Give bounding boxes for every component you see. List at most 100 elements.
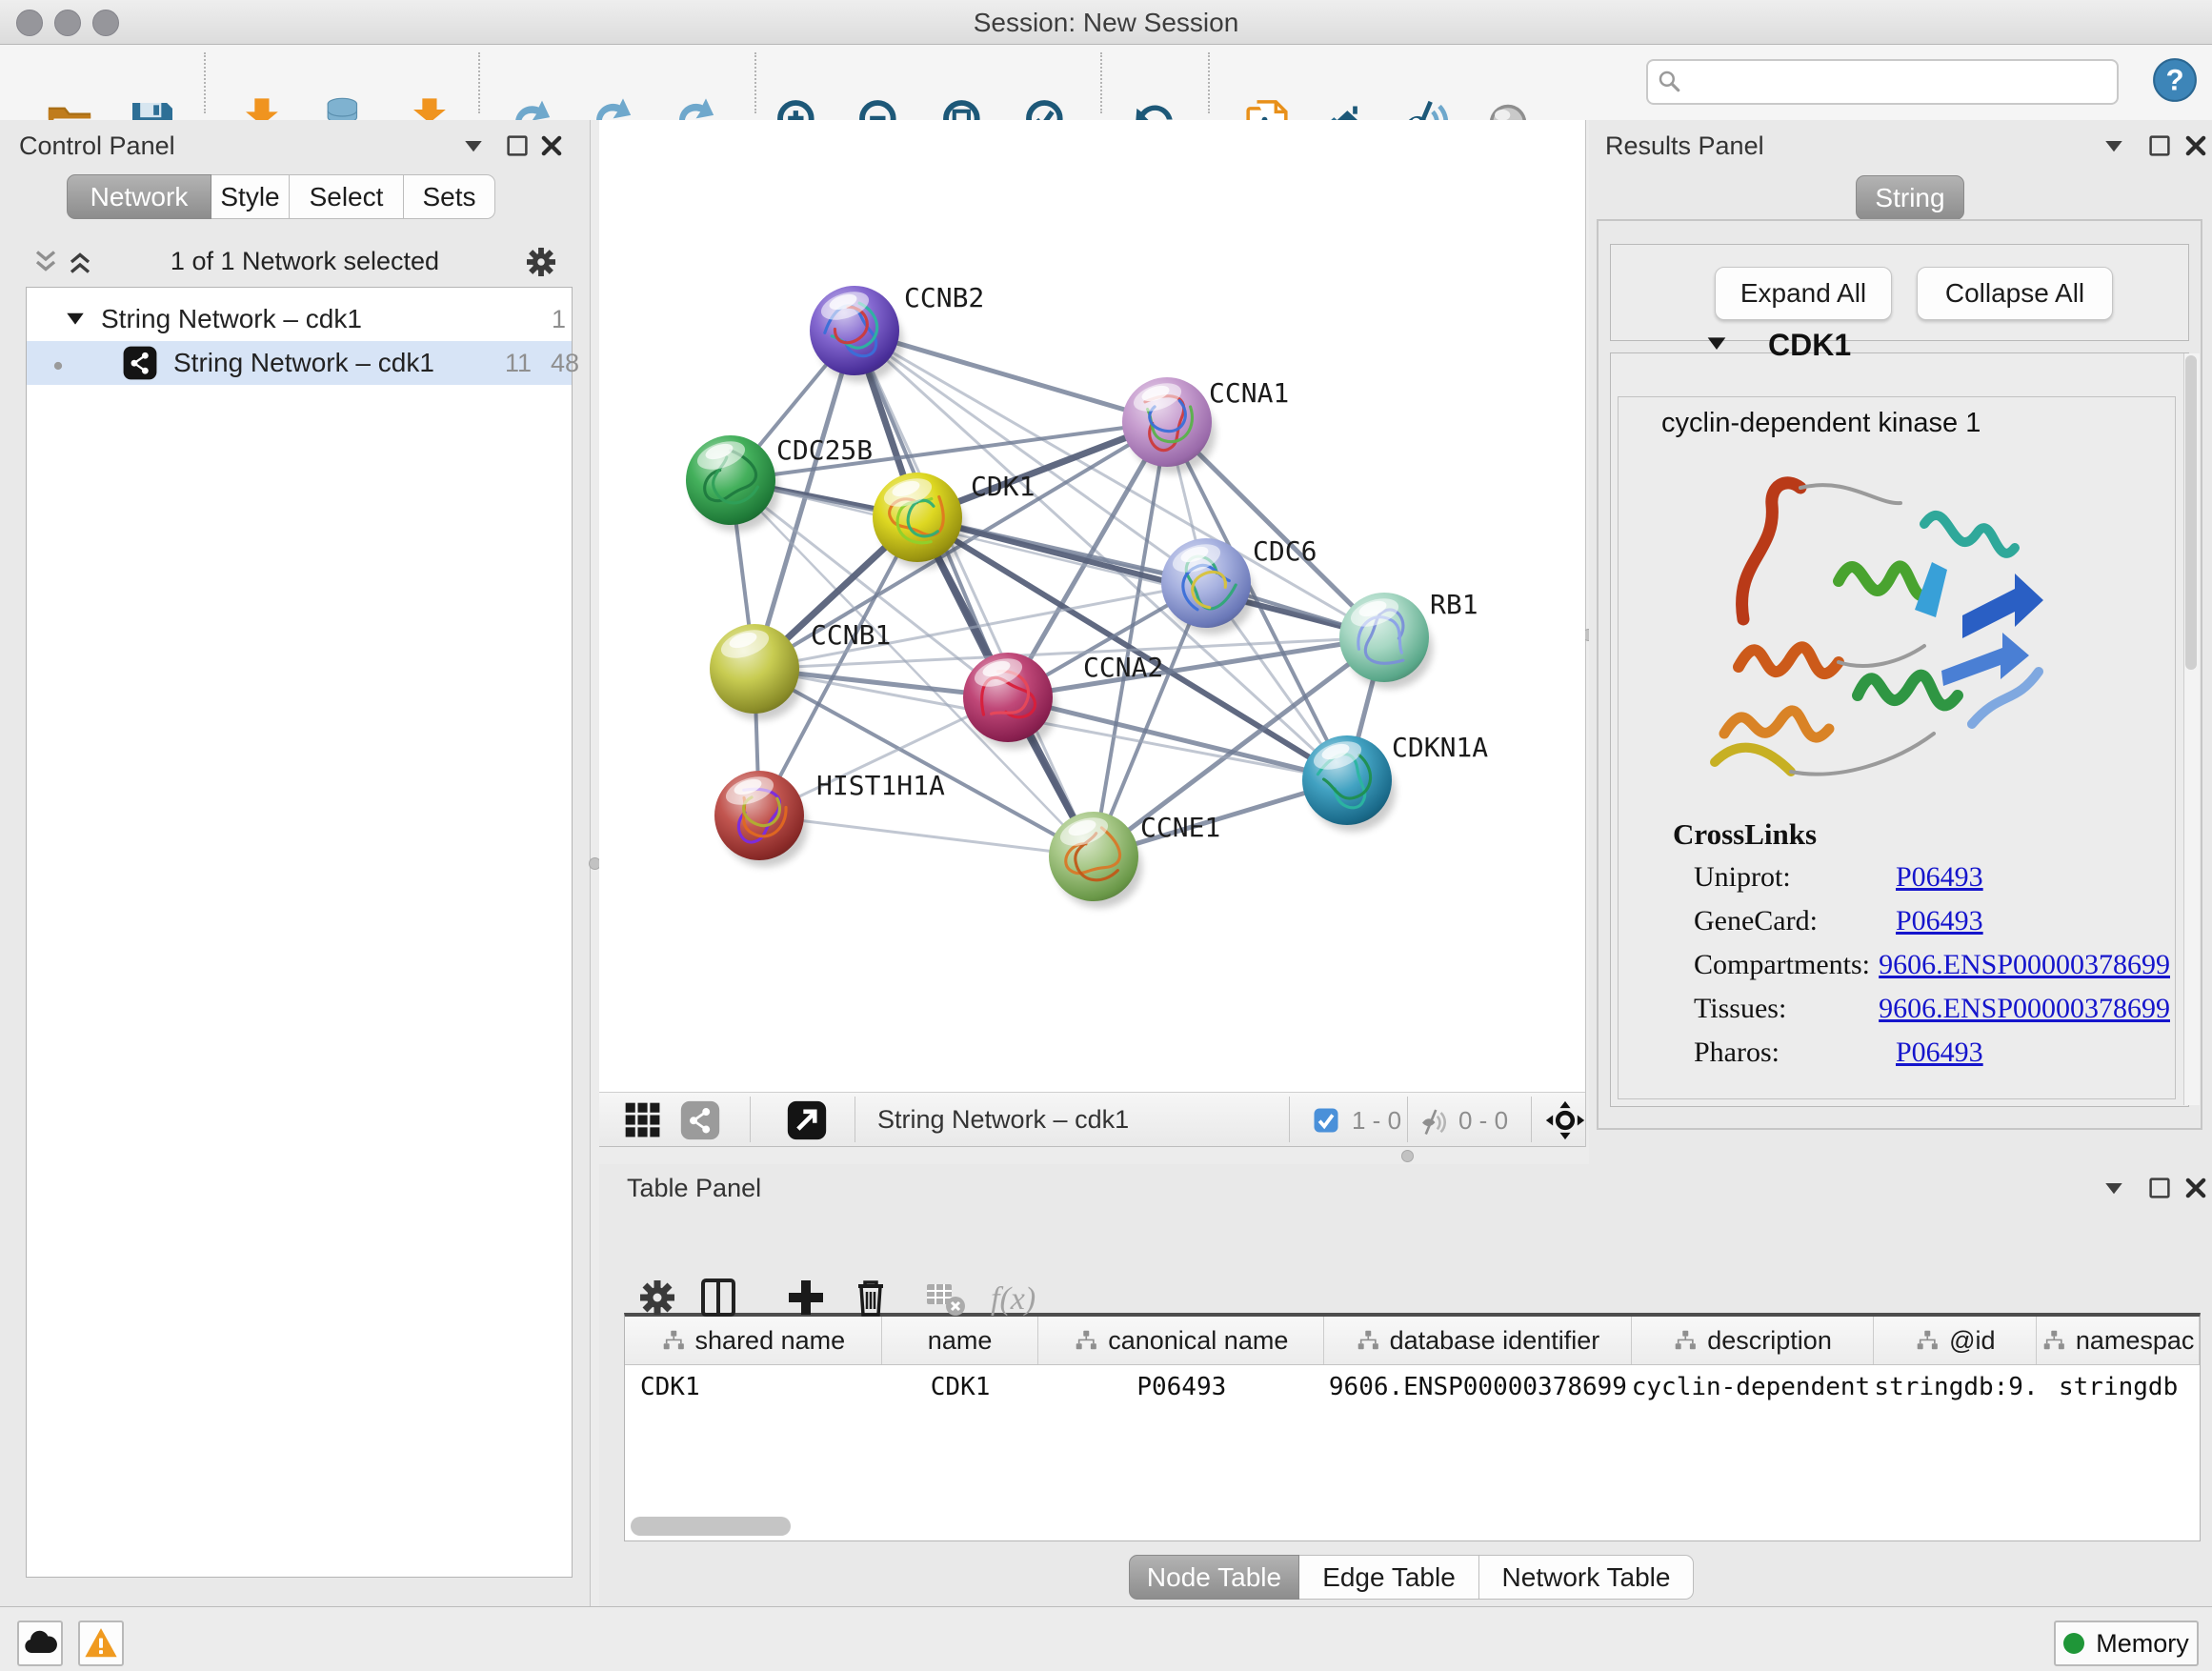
table-tabs: Node TableEdge TableNetwork Table	[1129, 1555, 1694, 1600]
node-table: shared name namecanonical namedatabase id…	[624, 1313, 2201, 1541]
network-row-selected[interactable]: String Network – cdk1 11 48	[27, 341, 572, 385]
tab-node-table[interactable]: Node Table	[1129, 1555, 1299, 1600]
panel-menu-icon[interactable]	[459, 131, 488, 160]
column-header-description[interactable]: description	[1632, 1317, 1875, 1364]
memory-button[interactable]: Memory	[2054, 1621, 2199, 1666]
crosslink-value-link[interactable]: 9606.ENSP00000378699	[1879, 993, 2170, 1025]
results-menu-icon[interactable]	[2100, 131, 2128, 160]
column-header-label: @id	[1949, 1326, 1995, 1356]
expander-icon[interactable]	[61, 305, 90, 333]
search-box[interactable]	[1646, 59, 2119, 105]
crosslink-row: GeneCard:P06493	[1694, 899, 2170, 943]
network-view-icon[interactable]	[679, 1099, 721, 1141]
network-canvas[interactable]: CCNB2CCNA1CDC25BCDK1CDC6RB1CCNB1CCNA2CDK…	[599, 120, 1585, 1092]
gear-button[interactable]	[634, 1275, 680, 1320]
panel-close-icon[interactable]	[537, 131, 566, 160]
tab-string[interactable]: String	[1856, 175, 1964, 220]
cloud-button[interactable]	[17, 1621, 63, 1666]
network-node-CCNB1[interactable]: CCNB1	[710, 619, 891, 720]
column-header-label: shared name	[695, 1326, 846, 1356]
selected-checkbox-icon[interactable]	[1312, 1106, 1340, 1135]
node-count: 11	[492, 349, 532, 378]
network-node-HIST1H1A[interactable]: HIST1H1A	[714, 770, 945, 867]
titlebar: Session: New Session	[0, 0, 2212, 45]
network-node-CDK1[interactable]: CDK1	[873, 471, 1035, 569]
columns-button[interactable]	[695, 1275, 741, 1320]
fit-selected-icon[interactable]	[1544, 1099, 1586, 1141]
crosslink-value-link[interactable]: P06493	[1896, 1037, 1983, 1069]
tab-style[interactable]: Style	[211, 174, 290, 219]
section-expander-icon[interactable]	[1701, 329, 1732, 359]
results-vscroll-thumb[interactable]	[2185, 355, 2197, 670]
tab-network-table[interactable]: Network Table	[1479, 1555, 1694, 1600]
search-input[interactable]	[1684, 68, 2117, 97]
crosslink-row: Tissues:9606.ENSP00000378699	[1694, 987, 2170, 1031]
tab-network[interactable]: Network	[67, 174, 211, 219]
results-float-icon[interactable]	[2145, 131, 2174, 160]
node-label-CDC6: CDC6	[1253, 535, 1317, 567]
table-cell: P06493	[1038, 1373, 1324, 1401]
expand-all-icon[interactable]	[63, 245, 97, 279]
column-header--id[interactable]: @id	[1874, 1317, 2037, 1364]
node-label-CCNA2: CCNA2	[1083, 652, 1163, 683]
crosslink-row: Pharos:P06493	[1694, 1031, 2170, 1075]
network-collection-row[interactable]: String Network – cdk1 1	[27, 297, 572, 341]
column-header-canonical-name[interactable]: canonical name	[1038, 1317, 1324, 1364]
tab-sets[interactable]: Sets	[404, 174, 495, 219]
crosslinks-list: Uniprot:P06493GeneCard:P06493Compartment…	[1694, 856, 2170, 1075]
warnings-button[interactable]	[78, 1621, 124, 1666]
table-cell: CDK1	[882, 1373, 1039, 1401]
table-cell: cyclin-dependent ...	[1632, 1373, 1875, 1401]
network-selection-row: 1 of 1 Network selected	[0, 241, 590, 281]
crosslink-value-link[interactable]: 9606.ENSP00000378699	[1879, 949, 2170, 981]
network-node-RB1[interactable]: RB1	[1339, 589, 1478, 689]
table-panel-title: Table Panel	[627, 1174, 761, 1203]
results-close-icon[interactable]	[2182, 131, 2210, 160]
collapse-all-button[interactable]: Collapse All	[1917, 267, 2113, 320]
network-graph[interactable]: CCNB2CCNA1CDC25BCDK1CDC6RB1CCNB1CCNA2CDK…	[599, 120, 1585, 1092]
selection-status: 1 of 1 Network selected	[124, 247, 486, 276]
warning-icon	[83, 1625, 119, 1661]
tab-edge-table[interactable]: Edge Table	[1299, 1555, 1479, 1600]
search-icon	[1656, 68, 1684, 96]
window-title: Session: New Session	[0, 8, 2212, 38]
bottom-splitter-handle[interactable]	[1401, 1150, 1414, 1162]
edge-count: 48	[539, 349, 579, 378]
column-header-database-identifier[interactable]: database identifier	[1324, 1317, 1632, 1364]
table-close-icon[interactable]	[2182, 1174, 2210, 1202]
table-menu-icon[interactable]	[2100, 1174, 2128, 1202]
hidden-eye-icon[interactable]	[1417, 1104, 1451, 1138]
network-node-CCNB2[interactable]: CCNB2	[810, 282, 984, 382]
help-button[interactable]: ?	[2151, 56, 2199, 104]
add-column-button[interactable]	[783, 1275, 829, 1320]
network-node-CDKN1A[interactable]: CDKN1A	[1302, 732, 1488, 832]
delete-column-button[interactable]	[848, 1275, 894, 1320]
crosslink-label: Compartments:	[1694, 949, 1879, 981]
network-options-gear-icon[interactable]	[522, 243, 560, 281]
crosslink-value-link[interactable]: P06493	[1896, 905, 1983, 937]
column-header-namespac[interactable]: namespac	[2037, 1317, 2200, 1364]
table-row[interactable]: CDK1CDK1P064939606.ENSP00000378699cyclin…	[625, 1365, 2200, 1409]
node-label-CCNB1: CCNB1	[811, 619, 891, 651]
panel-float-icon[interactable]	[503, 131, 532, 160]
collection-count: 1	[541, 305, 566, 334]
network-edge[interactable]	[759, 815, 1094, 856]
node-label-HIST1H1A: HIST1H1A	[816, 770, 945, 801]
grid-view-icon[interactable]	[622, 1099, 664, 1141]
expand-all-button[interactable]: Expand All	[1715, 267, 1892, 320]
table-hscroll-thumb[interactable]	[631, 1517, 791, 1536]
results-panel-title: Results Panel	[1605, 131, 1764, 161]
crosslink-value-link[interactable]: P06493	[1896, 861, 1983, 894]
column-header-label: description	[1707, 1326, 1832, 1356]
node-label-RB1: RB1	[1430, 589, 1478, 620]
network-view-title: String Network – cdk1	[877, 1105, 1129, 1135]
string-network-icon	[122, 345, 158, 381]
main-toolbar: ?	[0, 45, 2212, 121]
svg-text:?: ?	[2165, 63, 2183, 96]
column-header-shared-name[interactable]: shared name	[625, 1317, 882, 1364]
detach-view-icon[interactable]	[786, 1099, 828, 1141]
column-header-name[interactable]: name	[882, 1317, 1039, 1364]
table-float-icon[interactable]	[2145, 1174, 2174, 1202]
collapse-all-icon[interactable]	[29, 245, 63, 279]
tab-select[interactable]: Select	[290, 174, 404, 219]
